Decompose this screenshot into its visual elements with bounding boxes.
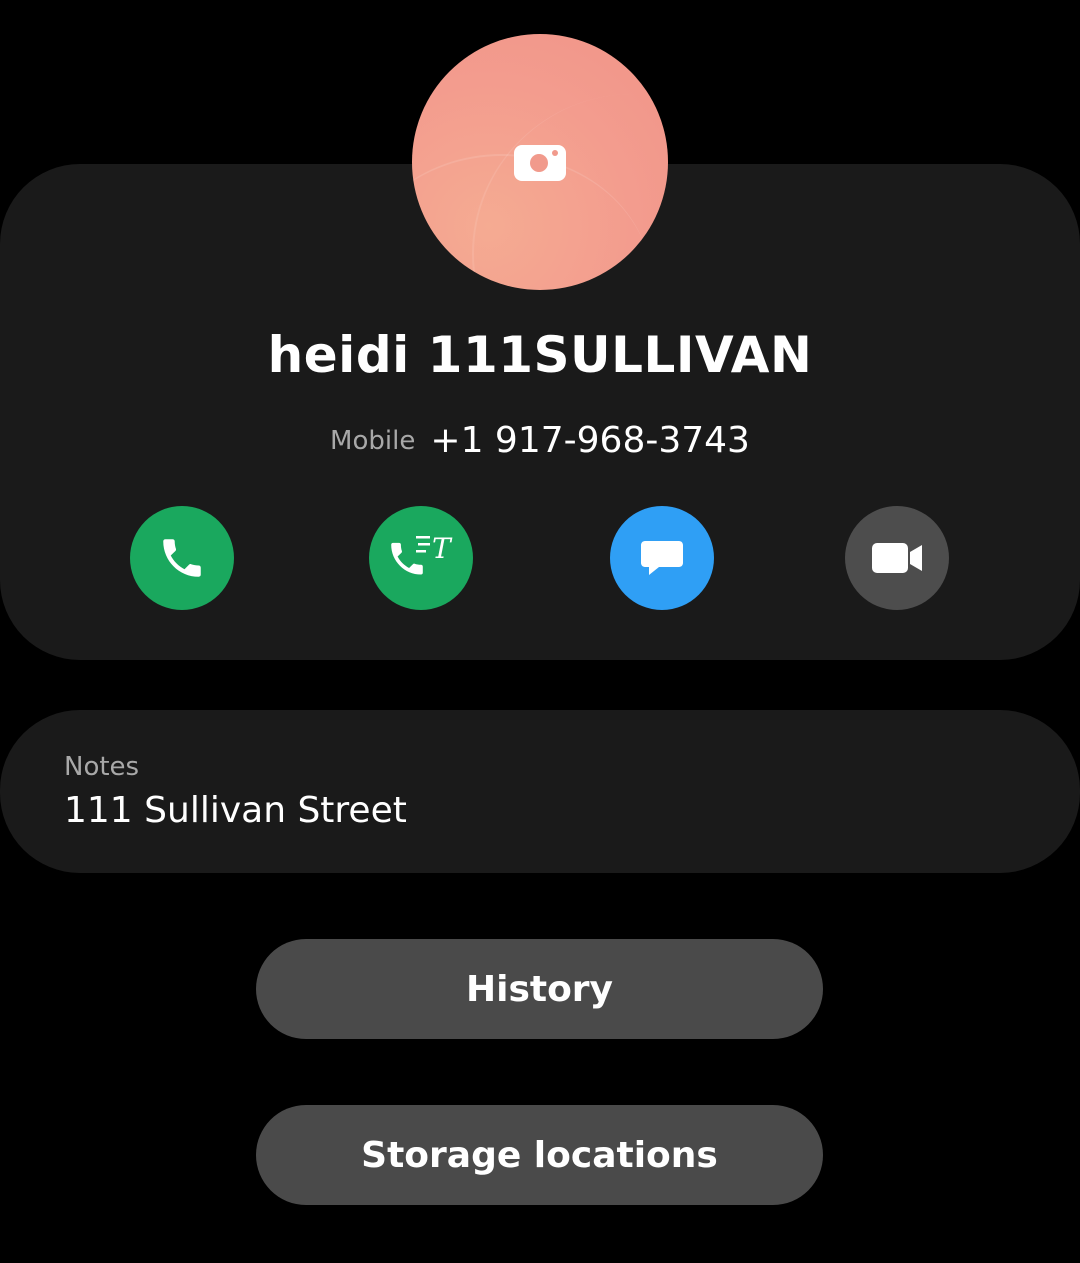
avatar-wave-decoration [472,94,668,290]
notes-card[interactable]: Notes 111 Sullivan Street [0,710,1080,873]
history-button[interactable]: History [256,939,823,1039]
notes-label: Notes [64,752,140,782]
storage-locations-button[interactable]: Storage locations [256,1105,823,1205]
rtt-call-button[interactable]: T [369,506,473,610]
phone-number: +1 917-968-3743 [430,420,750,461]
message-icon [641,541,683,575]
notes-value: 111 Sullivan Street [64,790,407,831]
contact-name: heidi 111SULLIVAN [267,326,813,384]
camera-icon [514,145,566,181]
phone-icon [163,539,201,577]
phone-type-label: Mobile [330,425,416,456]
video-call-icon [872,543,922,573]
rtt-call-icon: T [391,532,453,575]
phone-row[interactable]: Mobile +1 917-968-3743 [0,420,1080,461]
call-button[interactable] [130,506,234,610]
video-call-button[interactable] [845,506,949,610]
svg-text:T: T [432,532,453,565]
message-button[interactable] [610,506,714,610]
contact-avatar[interactable] [412,34,668,290]
